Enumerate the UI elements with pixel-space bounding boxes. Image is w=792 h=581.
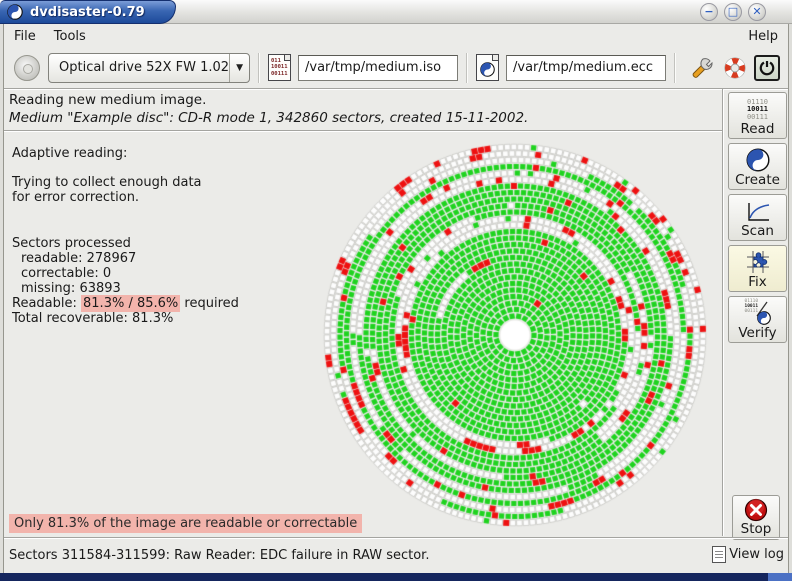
medium-info: Medium "Example disc": CD-R mode 1, 3428… [9,110,529,126]
fix-button[interactable]: Fix [728,245,787,292]
fix-button-label: Fix [748,274,767,290]
quit-button[interactable] [754,54,780,81]
ecc-file-input[interactable]: /var/tmp/medium.ecc [506,54,666,81]
read-button[interactable]: 01110 10011 00111 Read [728,92,787,139]
toolbar-separator-line [4,88,788,90]
drive-selector[interactable]: Optical drive 52X FW 1.02 ▼ [48,52,250,83]
toolbar-separator [674,52,676,83]
log-list-icon [712,546,727,563]
power-icon [759,60,775,75]
status-heading: Reading new medium image. [9,92,207,108]
correctable-label: correctable: [21,266,99,281]
sector-spiral-visualization [318,137,714,533]
readable-count: readable: 278967 [12,251,312,266]
toolbar: Optical drive 52X FW 1.02 ▼ 011 10011 00… [5,47,787,88]
readable-value: 278967 [86,251,137,266]
preferences-button[interactable] [686,52,716,84]
image-file-input[interactable]: /var/tmp/medium.iso [298,54,458,81]
readable-pct-highlight: 81.3% / 85.6% [81,295,181,312]
reading-info-panel: Adaptive reading: Trying to collect enou… [12,146,312,326]
yin-yang-icon [756,311,771,325]
yin-yang-icon [745,148,770,172]
total-recoverable-line: Total recoverable: 81.3% [12,311,174,326]
menu-tools[interactable]: Tools [45,27,95,46]
title-bar[interactable]: dvdisaster-0.79 − □ ✕ [0,0,792,24]
minimize-button[interactable]: − [700,3,718,21]
page-fold [284,55,290,61]
description-line: Trying to collect enough data [12,175,202,190]
maximize-button[interactable]: □ [724,3,742,21]
stop-button-label: Stop [740,521,772,537]
toolbar-separator [466,52,468,83]
menu-file[interactable]: File [5,27,45,46]
correctable-value: 0 [102,266,112,281]
window-title: dvdisaster-0.79 [30,4,145,20]
yin-yang-icon [480,61,495,77]
verify-button[interactable]: 01110 10011 00111 Verify [728,296,787,343]
header-separator-line [4,130,722,132]
readable-pct-suffix: required [184,296,239,311]
close-button[interactable]: ✕ [748,3,766,21]
scan-curve-icon [747,203,769,221]
correctable-count: correctable: 0 [12,266,312,281]
lifebuoy-icon [724,57,746,78]
sectors-title: Sectors processed [12,236,131,251]
missing-count: missing: 63893 [12,281,312,296]
create-button-label: Create [735,172,780,188]
missing-label: missing: [21,281,76,296]
menu-bar: File Tools Help [5,25,787,47]
resize-corner[interactable] [768,573,792,581]
help-button[interactable] [720,52,750,84]
page-fold [492,55,498,61]
statusbar-separator-line [4,537,788,539]
dvdisaster-logo-icon [7,4,23,20]
chevron-down-icon[interactable]: ▼ [229,53,249,82]
scan-button[interactable]: Scan [728,194,787,241]
window-border-right [788,24,792,573]
readable-label: readable: [21,251,83,266]
verify-button-label: Verify [738,325,777,341]
window-border-left [0,24,4,573]
verify-icon: 01110 10011 00111 [745,299,771,325]
view-log-label: View log [729,547,784,562]
read-icon: 01110 10011 00111 [746,97,769,121]
stop-button[interactable]: Stop [732,495,780,540]
menu-help[interactable]: Help [739,27,787,46]
wrench-icon [692,57,713,78]
ecc-file-icon [476,54,499,81]
puzzle-piece-icon [746,251,769,273]
description-line: for error correction. [12,190,140,205]
drive-disc-icon[interactable] [14,54,40,81]
sidebar-separator-line [722,89,724,536]
readability-warning: Only 81.3% of the image are readable or … [9,514,363,533]
dvdisaster-window: dvdisaster-0.79 − □ ✕ File Tools Help Op… [0,0,792,581]
readable-pct-label: Readable: [12,296,77,311]
readable-percentage-line: Readable: 81.3% / 85.6% required [12,295,312,312]
create-button[interactable]: Create [728,143,787,190]
scan-button-label: Scan [741,223,774,239]
missing-value: 63893 [79,281,121,296]
toolbar-separator [258,52,260,83]
view-log-button[interactable]: View log [712,546,784,563]
iso-file-icon: 011 10011 00111 [268,54,291,81]
statusbar-message: Sectors 311584-311599: Raw Reader: EDC f… [9,548,430,563]
window-border-bottom [0,573,792,581]
title-tab: dvdisaster-0.79 [0,0,176,24]
mode-label: Adaptive reading: [12,146,128,161]
iso-bits-row: 00111 [271,70,288,77]
drive-selector-value: Optical drive 52X FW 1.02 [59,60,230,75]
stop-icon [744,498,768,522]
read-button-label: Read [740,121,775,137]
